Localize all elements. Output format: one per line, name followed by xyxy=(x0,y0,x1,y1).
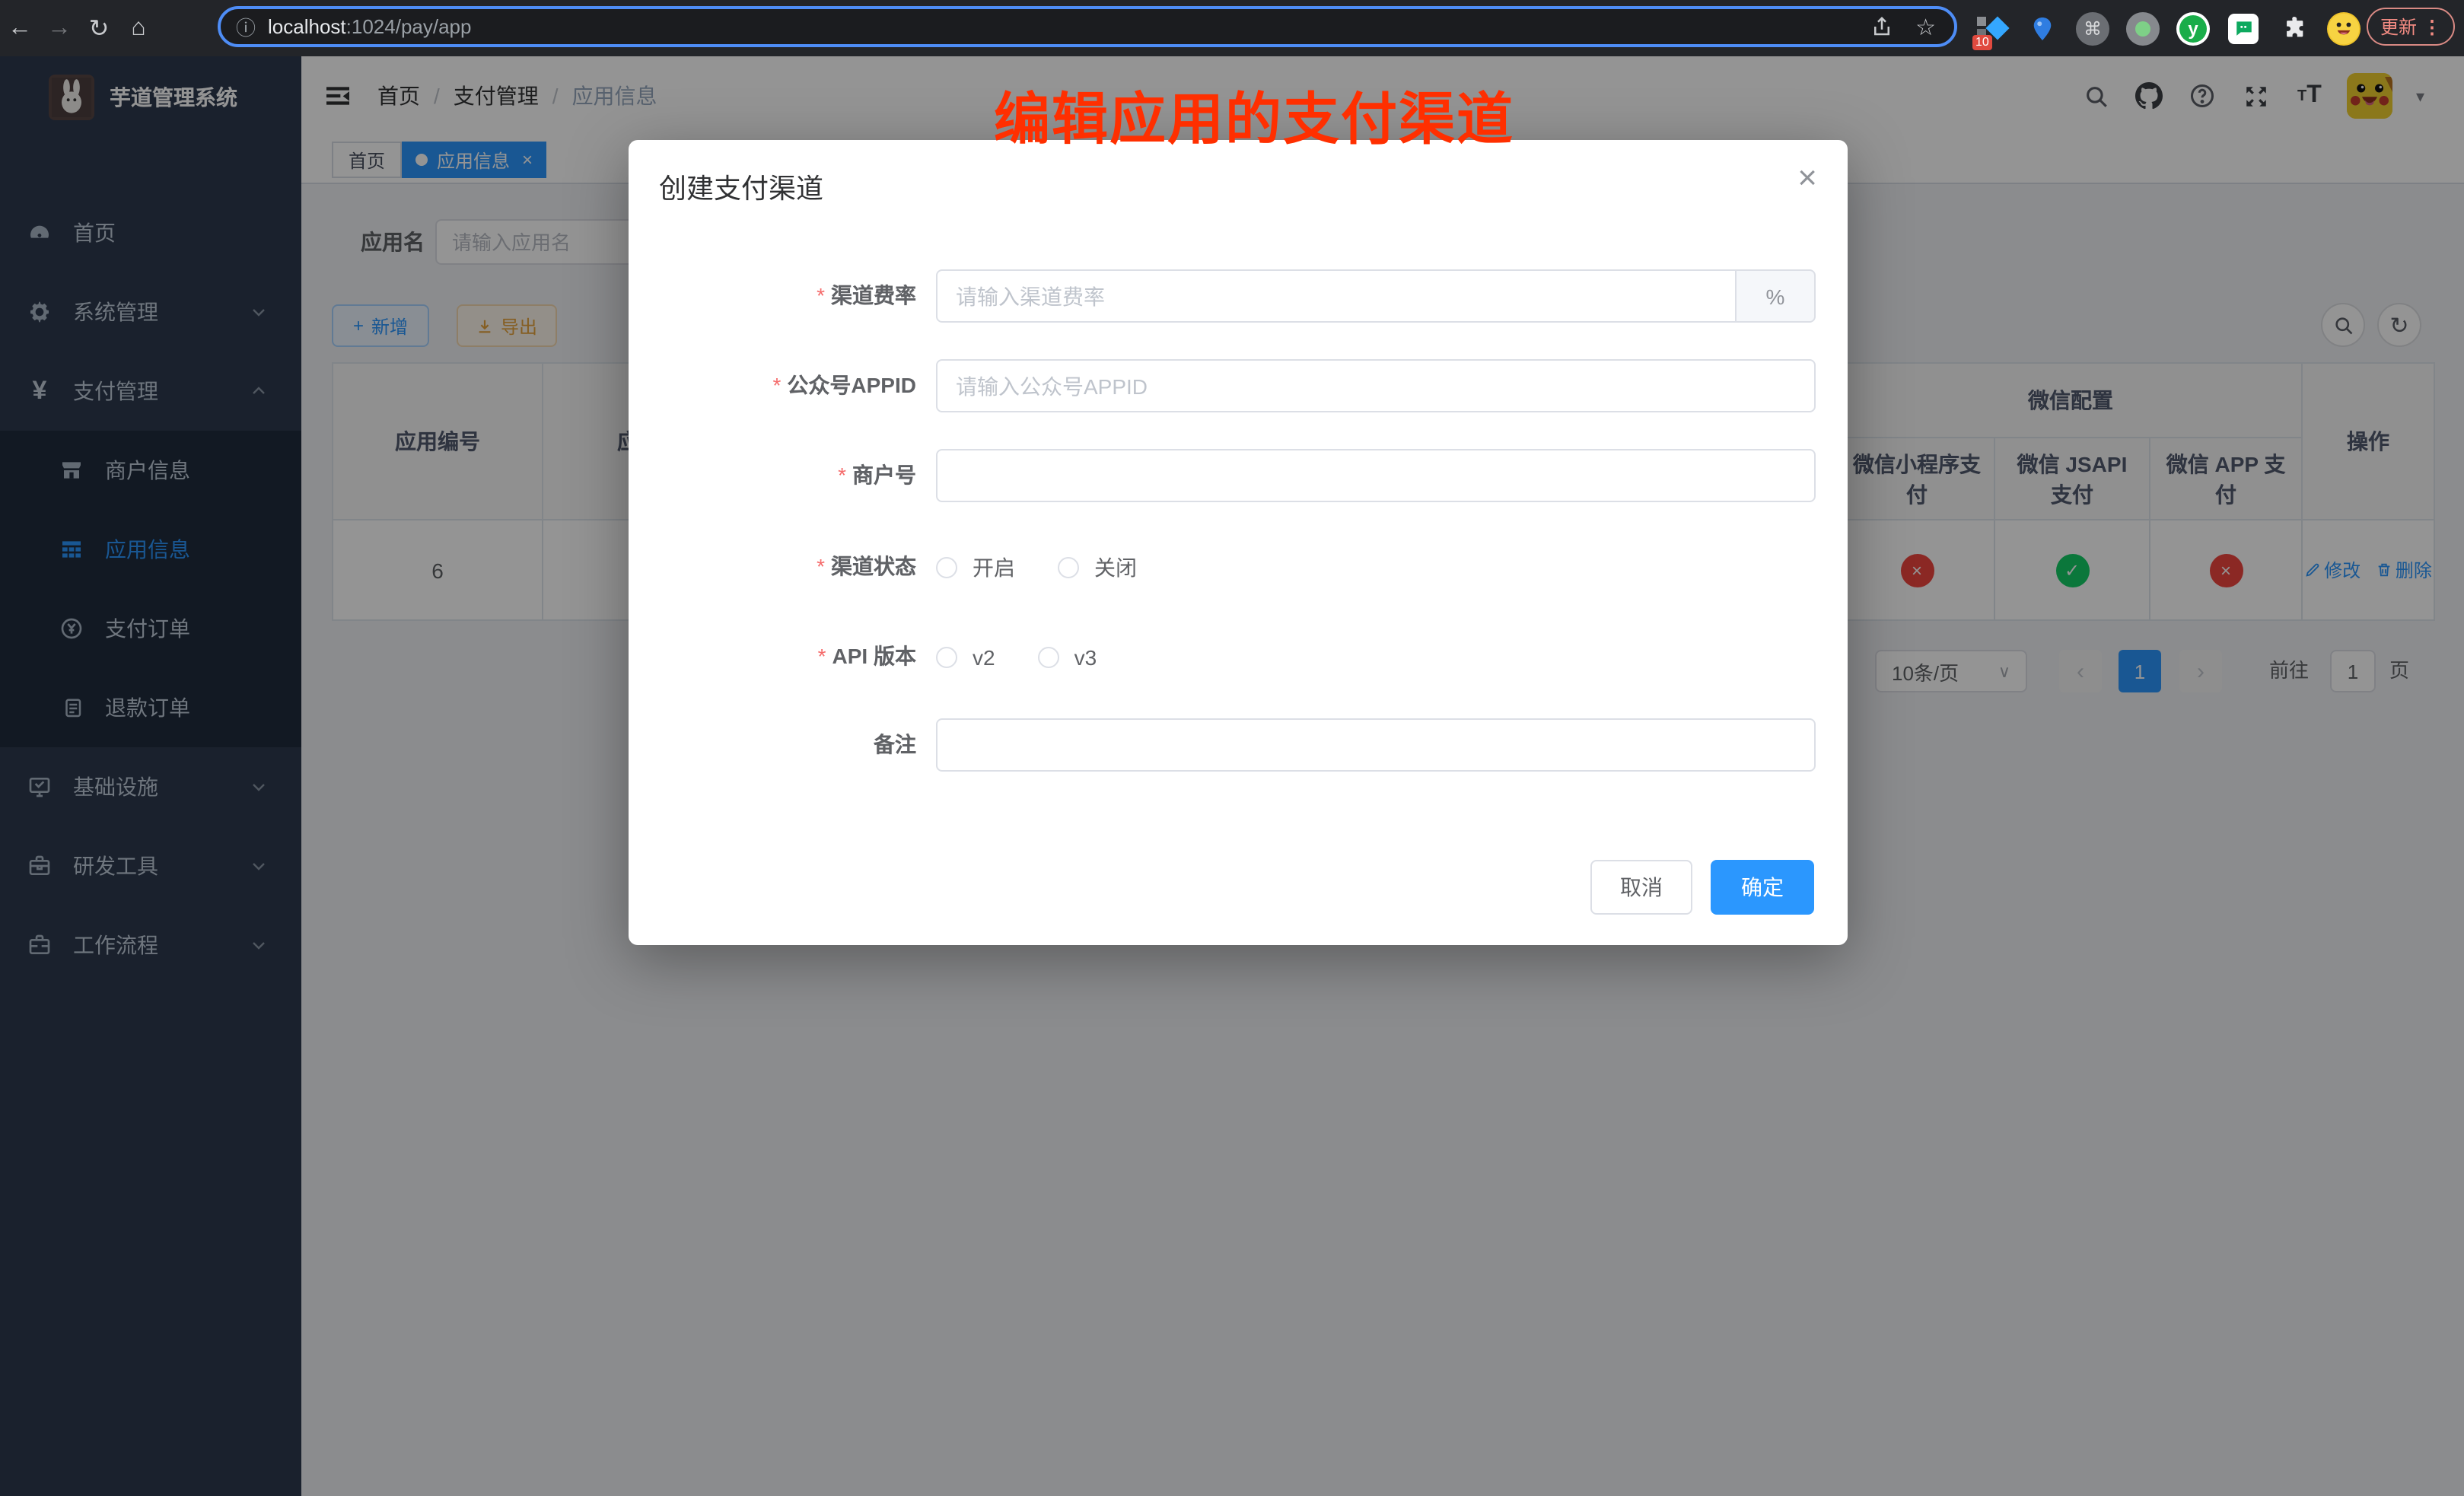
api-v2-radio[interactable] xyxy=(936,646,957,667)
share-icon[interactable] xyxy=(1867,11,1897,42)
remark-label: 备注 xyxy=(629,718,916,772)
url-bar[interactable]: ⓘ localhost:1024/pay/app ☆ xyxy=(218,6,1957,47)
status-on-label[interactable]: 开启 xyxy=(973,552,1015,582)
fee-input[interactable] xyxy=(936,269,1737,323)
extension-chat-icon[interactable] xyxy=(2227,11,2260,45)
status-off-label[interactable]: 关闭 xyxy=(1094,552,1137,582)
api-v2-label[interactable]: v2 xyxy=(973,645,995,669)
extension-y-icon[interactable]: y xyxy=(2176,11,2210,45)
appid-label: *公众号APPID xyxy=(629,359,916,412)
screen: ← → ↻ ⌂ ⓘ localhost:1024/pay/app ☆ 10 ⌘ xyxy=(0,0,2464,1496)
remark-input[interactable] xyxy=(936,718,1816,772)
status-off-radio[interactable] xyxy=(1058,556,1079,578)
api-v3-label[interactable]: v3 xyxy=(1074,645,1097,669)
profile-avatar-icon[interactable] xyxy=(2327,11,2361,45)
fee-unit: % xyxy=(1737,269,1816,323)
api-version-label: *API 版本 xyxy=(629,630,916,683)
reload-icon[interactable]: ↻ xyxy=(79,13,119,43)
extension-badge: 10 xyxy=(1972,34,1992,49)
site-info-icon[interactable]: ⓘ xyxy=(236,12,256,41)
extension-diamond-icon[interactable]: 10 xyxy=(1975,11,2009,45)
forward-icon[interactable]: → xyxy=(40,14,79,42)
merchant-input[interactable] xyxy=(936,449,1816,502)
browser-menu-icon[interactable]: ⋮ xyxy=(2423,16,2441,37)
url-path: :1024/pay/app xyxy=(346,15,472,38)
extension-command-icon[interactable]: ⌘ xyxy=(2076,11,2109,45)
back-icon[interactable]: ← xyxy=(0,14,40,42)
browser-update-button[interactable]: 更新 ⋮ xyxy=(2367,8,2455,46)
dialog-title: 创建支付渠道 xyxy=(659,167,823,207)
status-on-radio[interactable] xyxy=(936,556,957,578)
url-host: localhost xyxy=(268,15,346,38)
merchant-label: *商户号 xyxy=(629,449,916,502)
extension-record-icon[interactable] xyxy=(2126,11,2160,45)
bookmark-star-icon[interactable]: ☆ xyxy=(1915,13,1936,40)
create-pay-channel-dialog: 创建支付渠道 × *渠道费率 % *公众号APPID *商户号 *渠道状态 xyxy=(629,140,1848,945)
extensions-row: 10 ⌘ y xyxy=(1975,0,2361,56)
home-icon[interactable]: ⌂ xyxy=(119,14,158,42)
cancel-button[interactable]: 取消 xyxy=(1590,860,1692,915)
browser-toolbar: ← → ↻ ⌂ ⓘ localhost:1024/pay/app ☆ 10 ⌘ xyxy=(0,0,2464,56)
api-v3-radio[interactable] xyxy=(1038,646,1059,667)
extension-balloon-icon[interactable] xyxy=(2026,11,2059,45)
fee-label: *渠道费率 xyxy=(629,269,916,323)
annotation-text: 编辑应用的支付渠道 xyxy=(994,73,1514,155)
dialog-close-icon[interactable]: × xyxy=(1797,161,1817,195)
status-label: *渠道状态 xyxy=(629,540,916,594)
appid-input[interactable] xyxy=(936,359,1816,412)
confirm-button[interactable]: 确定 xyxy=(1711,860,1814,915)
extensions-puzzle-icon[interactable] xyxy=(2277,11,2310,45)
